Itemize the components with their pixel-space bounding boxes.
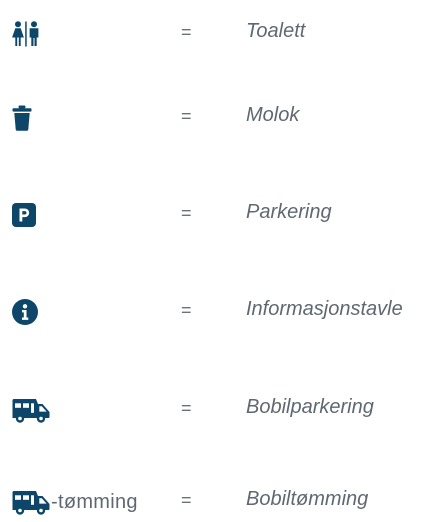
equals-sign: = (181, 22, 192, 42)
equals-sign: = (181, 106, 192, 126)
legend-row-molok: = Molok (0, 98, 430, 138)
equals-sign: = (181, 398, 192, 418)
legend-row-bobiltomming: -tømming = Bobiltømming (0, 482, 430, 522)
icon-suffix-tomming: -tømming (51, 490, 138, 513)
info-circle-icon (12, 298, 38, 326)
legend-label-bobiltomming: Bobiltømming (246, 488, 369, 510)
equals-sign: = (181, 300, 192, 320)
legend-row-informasjonstavle: = Informasjonstavle (0, 292, 430, 332)
restroom-icon (12, 20, 40, 48)
equals-sign: = (181, 490, 192, 510)
legend-label-informasjonstavle: Informasjonstavle (246, 298, 403, 320)
equals-sign: = (181, 203, 192, 223)
motorhome-icon: -tømming (12, 488, 138, 516)
parking-icon (12, 201, 36, 229)
legend-label-bobilparkering: Bobilparkering (246, 396, 374, 418)
legend-row-parkering: = Parkering (0, 195, 430, 235)
legend-label-toalett: Toalett (246, 20, 306, 42)
trash-can-icon (12, 104, 32, 132)
legend-row-toalett: = Toalett (0, 14, 430, 54)
motorhome-icon (12, 396, 50, 424)
legend-label-molok: Molok (246, 104, 300, 126)
legend-label-parkering: Parkering (246, 201, 332, 223)
legend-row-bobilparkering: = Bobilparkering (0, 390, 430, 430)
